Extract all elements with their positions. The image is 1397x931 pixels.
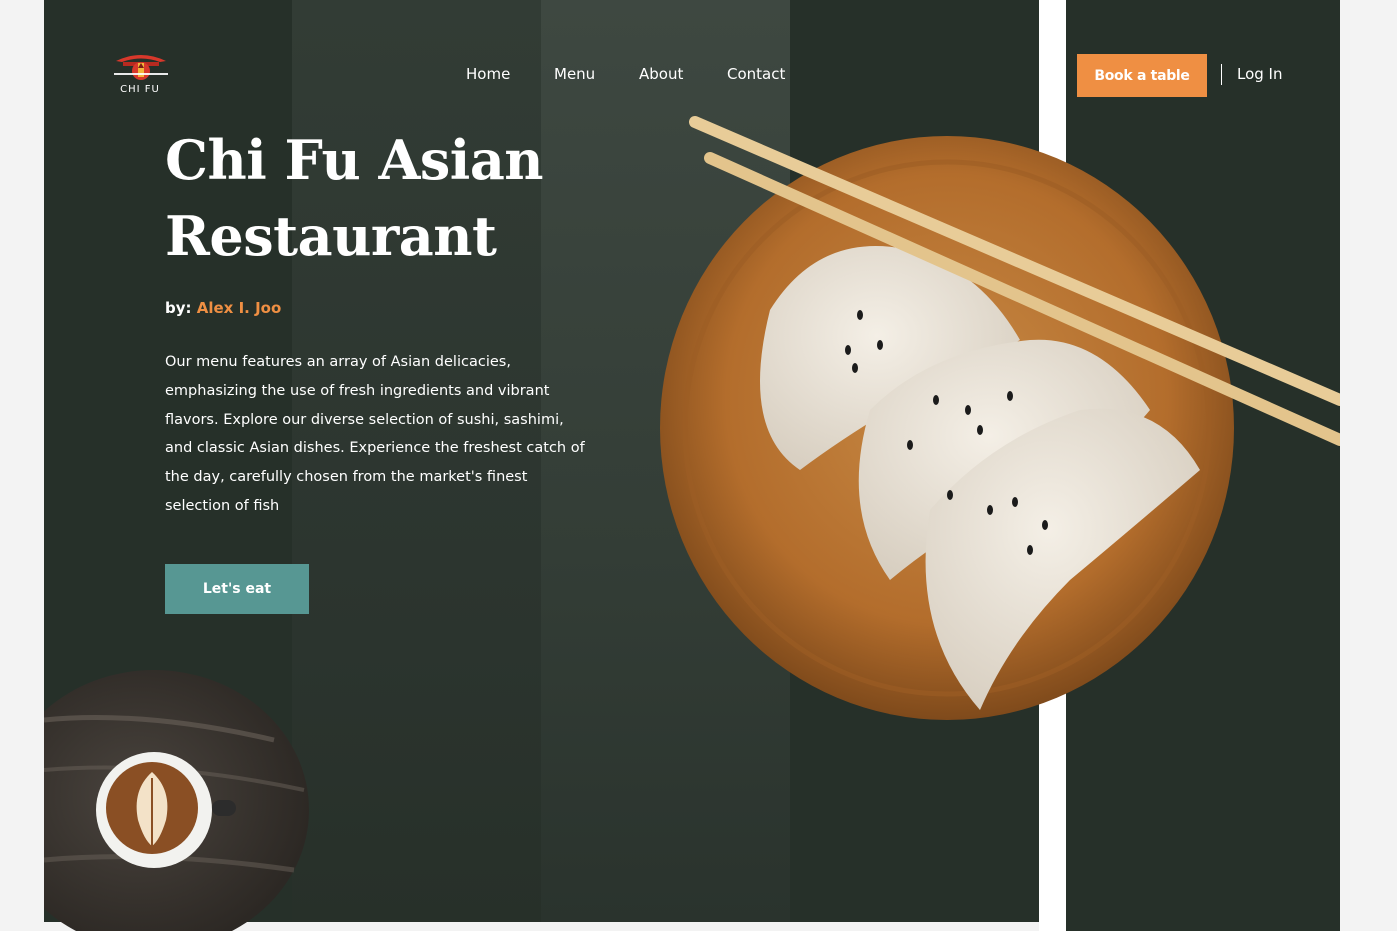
book-table-button[interactable]: Book a table (1077, 54, 1207, 97)
hero-title: Chi Fu Asian Restaurant (165, 128, 544, 268)
nav-home[interactable]: Home (466, 65, 510, 83)
hero-description: Our menu features an array of Asian deli… (165, 354, 585, 514)
byline: by: Alex I. Joo (165, 299, 281, 317)
nav-contact[interactable]: Contact (727, 65, 785, 83)
logo-text: CHI FU (120, 84, 160, 95)
nav-about[interactable]: About (639, 65, 683, 83)
author-name: Alex I. Joo (196, 299, 282, 317)
dumpling-plate-image (660, 116, 1340, 720)
lets-eat-button[interactable]: Let's eat (165, 564, 309, 614)
chi-fu-logo-icon (114, 55, 168, 80)
login-link[interactable]: Log In (1237, 65, 1283, 83)
coffee-table-image (44, 670, 309, 931)
nav-menu[interactable]: Menu (554, 65, 595, 83)
logo[interactable]: CHI FU (112, 50, 170, 100)
right-margin (1340, 0, 1397, 931)
nav-divider (1221, 64, 1222, 85)
by-label: by: (165, 299, 192, 317)
